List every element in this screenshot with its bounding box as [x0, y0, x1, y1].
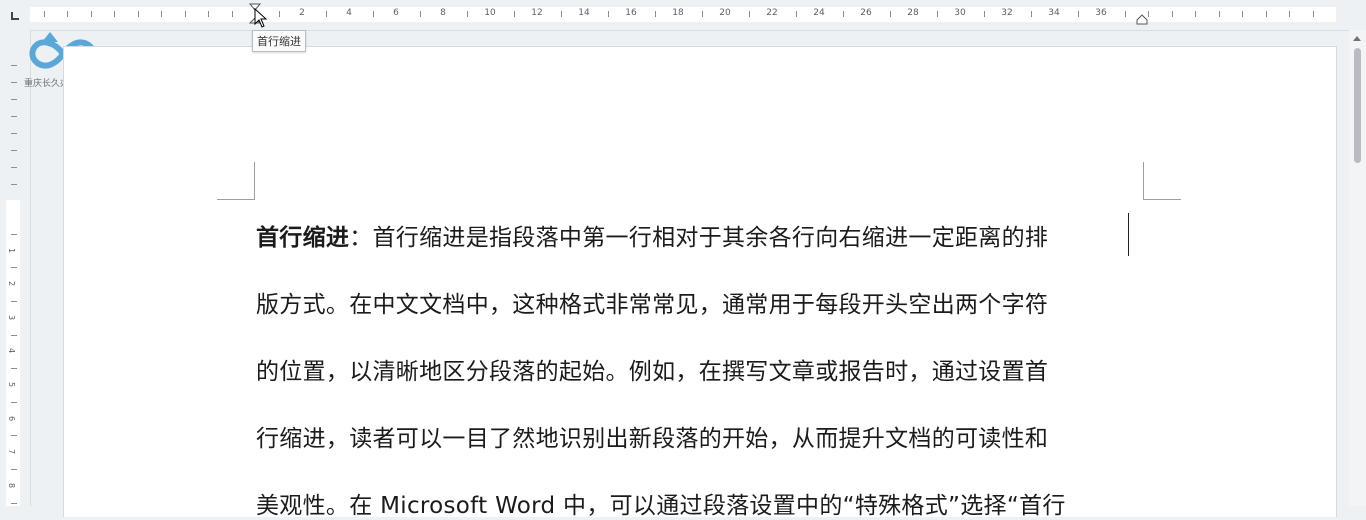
paragraph-line[interactable]: 美观性。在 Microsoft Word 中，可以通过段落设置中的“特殊格式”选…	[256, 486, 1066, 520]
ruler-tick	[11, 167, 17, 168]
ruler-number: 24	[813, 8, 825, 18]
paragraph-line[interactable]: 的位置，以清晰地区分段落的起始。例如，在撰写文章或报告时，通过设置首	[256, 352, 1048, 386]
ruler-number: 6	[7, 415, 17, 422]
ruler-tick	[561, 11, 562, 17]
ruler-number: 34	[1048, 8, 1060, 18]
ruler-number: 32	[1001, 8, 1013, 18]
ruler-number: 14	[578, 8, 590, 18]
ruler-number: 6	[393, 8, 399, 18]
ruler-tick	[1031, 11, 1032, 17]
ruler-tick	[608, 11, 609, 17]
ruler-number: 1	[7, 247, 17, 254]
ruler-tick	[1078, 11, 1079, 17]
margin-corner-top-left	[217, 162, 255, 200]
ruler-tick	[11, 184, 17, 185]
ruler-tick	[91, 11, 92, 17]
line-text: ：首行缩进是指段落中第一行相对于其余各行向右缩进一定距离的排	[349, 225, 1049, 251]
ruler-tick	[161, 11, 162, 17]
ruler-tick	[984, 11, 985, 17]
ruler-number: 26	[860, 8, 872, 18]
ruler-tick	[467, 11, 468, 17]
ruler-tick	[208, 11, 209, 17]
ruler-number: 2	[7, 280, 17, 287]
ruler-number: 36	[1095, 8, 1107, 18]
paragraph-line[interactable]: 版方式。在中文文档中，这种格式非常常见，通常用于每段开头空出两个字符	[256, 285, 1048, 319]
ruler-tick	[796, 11, 797, 17]
ruler-tick	[514, 11, 515, 17]
ruler-tick	[749, 11, 750, 17]
right-indent-marker-icon[interactable]	[1136, 13, 1148, 25]
ruler-number: 22	[766, 8, 778, 18]
ruler-tick	[232, 11, 233, 17]
ruler-tick	[890, 11, 891, 17]
ruler-tick	[138, 11, 139, 17]
ruler-tick	[326, 11, 327, 17]
ruler-tick	[11, 99, 17, 100]
ruler-tick	[1289, 11, 1290, 17]
tab-stop-selector-icon[interactable]	[11, 12, 19, 20]
mouse-pointer-icon	[254, 8, 268, 28]
ruler-tick	[11, 335, 17, 336]
margin-corner-top-right	[1143, 162, 1181, 200]
ruler-tick	[11, 133, 17, 134]
ruler-tick	[1125, 11, 1126, 17]
scroll-up-arrow-icon[interactable]	[1353, 36, 1361, 41]
ruler-tick	[279, 11, 280, 17]
vertical-ruler[interactable]: 1 2 3 4 5 6 7 8	[0, 30, 31, 506]
ruler-number: 16	[625, 8, 637, 18]
ruler-tick	[937, 11, 938, 17]
ruler-tick	[1172, 11, 1173, 17]
ruler-tick	[373, 11, 374, 17]
ruler-number: 8	[440, 8, 446, 18]
ruler-tick	[67, 11, 68, 17]
ruler-number: 7	[7, 448, 17, 455]
ruler-tick	[11, 435, 17, 436]
ruler-tick	[1148, 11, 1149, 17]
ruler-number: 10	[484, 8, 496, 18]
ruler-tick	[11, 82, 17, 83]
ruler-tick	[702, 11, 703, 17]
ruler-tick	[114, 11, 115, 17]
ruler-number: 28	[907, 8, 919, 18]
ruler-tick	[11, 267, 17, 268]
horizontal-ruler[interactable]: 2 4 6 8 10 12 14 16 18 20 22 24 26 28 30 32 34 36	[0, 0, 1366, 31]
ruler-tick	[11, 301, 17, 302]
ruler-tick	[11, 402, 17, 403]
ruler-number: 3	[7, 314, 17, 321]
ruler-number: 12	[531, 8, 543, 18]
ruler-tick	[843, 11, 844, 17]
scrollbar-thumb[interactable]	[1354, 48, 1361, 163]
ruler-tick	[185, 11, 186, 17]
ruler-tick	[655, 11, 656, 17]
heading-term: 首行缩进	[256, 225, 350, 251]
ruler-number: 20	[719, 8, 731, 18]
ruler-tick	[1219, 11, 1220, 17]
ruler-tick	[1195, 11, 1196, 17]
ruler-number: 4	[346, 8, 352, 18]
ruler-tick	[11, 503, 17, 504]
ruler-tick	[44, 11, 45, 17]
ruler-number: 30	[954, 8, 966, 18]
ruler-tick	[11, 234, 17, 235]
ruler-tick	[11, 368, 17, 369]
ruler-number: 4	[7, 347, 17, 354]
ruler-tick	[420, 11, 421, 17]
paragraph-line[interactable]: 首行缩进：首行缩进是指段落中第一行相对于其余各行向右缩进一定距离的排	[256, 218, 1048, 252]
paragraph-line[interactable]: 行缩进，读者可以一目了然地识别出新段落的开始，从而提升文档的可读性和	[256, 419, 1048, 453]
ruler-number: 8	[7, 482, 17, 489]
ruler-tick	[1242, 11, 1243, 17]
ruler-tick	[1313, 11, 1314, 17]
ruler-tick	[11, 150, 17, 151]
ruler-number: 5	[7, 381, 17, 388]
vertical-scrollbar[interactable]	[1349, 30, 1366, 506]
ruler-number: 2	[299, 8, 305, 18]
ruler-tick	[11, 116, 17, 117]
tooltip: 首行缩进	[252, 30, 306, 52]
ruler-tick	[11, 65, 17, 66]
ruler-tick	[11, 469, 17, 470]
ruler-tick	[1266, 11, 1267, 17]
ruler-number: 18	[672, 8, 684, 18]
text-caret	[1128, 213, 1129, 256]
